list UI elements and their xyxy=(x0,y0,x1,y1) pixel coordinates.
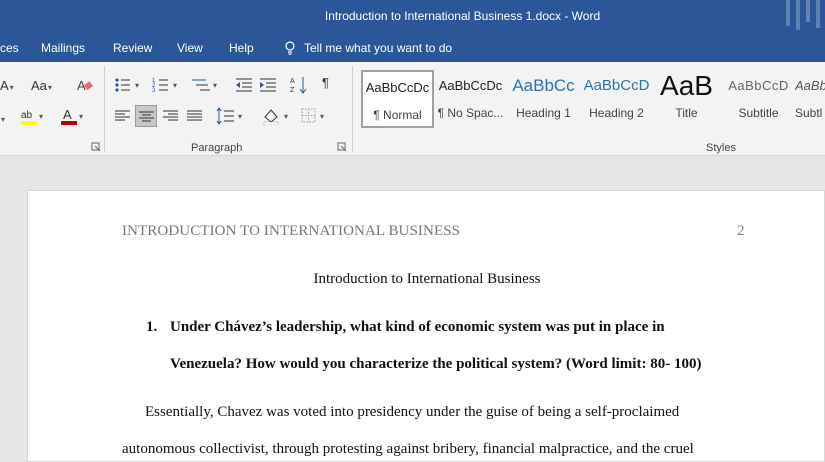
align-center-button[interactable] xyxy=(135,105,157,127)
question-text-line: Venezuela? How would you characterize th… xyxy=(170,356,702,372)
decor-bar xyxy=(786,0,790,26)
group-separator xyxy=(352,66,353,152)
ribbon: A▾ Aa▾ A ▾ ab ▾ A ▾ ▾ 1 2 3 ▾ ▾ AZ ¶ ▾ ▾… xyxy=(0,62,825,156)
highlight-color-button[interactable]: ab ▾ xyxy=(20,107,46,130)
tab-review[interactable]: Review xyxy=(113,41,152,55)
style-subtle-emphasis[interactable]: AaBb Subtl xyxy=(795,70,825,128)
ribbon-tabs: ces Mailings Review View Help Tell me wh… xyxy=(0,34,825,62)
style-name: Title xyxy=(675,106,698,120)
style-sample: AaBbCcD xyxy=(728,78,789,93)
decor-bar xyxy=(806,0,810,22)
style-name: Heading 2 xyxy=(589,106,644,120)
style-sample: AaB xyxy=(660,70,713,101)
svg-text:A: A xyxy=(290,78,295,85)
paragraph-text-line: Essentially, Chavez was voted into presi… xyxy=(145,404,680,420)
tell-me-text: Tell me what you want to do xyxy=(304,41,453,55)
title-bar: Introduction to International Business 1… xyxy=(0,0,825,34)
numbering-icon[interactable]: 1 2 3 ▾ xyxy=(152,76,182,97)
question-text-line: Under Chávez’s leadership, what kind of … xyxy=(170,319,665,335)
svg-text:3: 3 xyxy=(152,88,156,94)
style-no-spacing[interactable]: AaBbCcDc ¶ No Spac... xyxy=(434,70,507,128)
svg-text:▾: ▾ xyxy=(320,112,324,121)
page-number: 2 xyxy=(737,223,745,239)
document-page[interactable]: INTRODUCTION TO INTERNATIONAL BUSINESS 2… xyxy=(27,190,825,462)
styles-group-label: Styles xyxy=(706,142,736,154)
style-subtitle[interactable]: AaBbCcD Subtitle xyxy=(722,70,795,128)
question-number: 1. xyxy=(146,319,158,335)
svg-text:▾: ▾ xyxy=(79,112,83,121)
lightbulb-icon xyxy=(285,41,295,55)
style-name: Subtitle xyxy=(738,106,779,120)
style-title[interactable]: AaB Title xyxy=(650,70,723,128)
style-sample: AaBb xyxy=(795,78,825,93)
svg-text:▾: ▾ xyxy=(135,81,139,90)
decor-bar xyxy=(816,0,820,28)
tab-references[interactable]: ces xyxy=(0,41,19,55)
font-color-button[interactable]: A ▾ xyxy=(60,107,86,130)
bullets-icon[interactable]: ▾ xyxy=(114,76,144,97)
document-title: Introduction to International Business xyxy=(313,271,541,287)
change-case-button[interactable]: Aa▾ xyxy=(31,78,52,93)
style-name: ¶ Normal xyxy=(373,108,422,122)
tab-help[interactable]: Help xyxy=(229,41,254,55)
decor-bar xyxy=(796,0,800,30)
style-name: ¶ No Spac... xyxy=(437,106,504,120)
justify-icon[interactable] xyxy=(186,108,204,127)
decrease-indent-icon[interactable] xyxy=(234,76,254,97)
style-sample: AaBbCc xyxy=(512,76,575,95)
font-size-shrink-icon[interactable]: A▾ xyxy=(0,78,14,93)
style-name: Heading 1 xyxy=(516,106,571,120)
align-right-icon[interactable] xyxy=(162,108,180,127)
svg-text:Z: Z xyxy=(290,87,295,94)
change-case-label: Aa xyxy=(31,78,47,93)
style-sample: AaBbCcD xyxy=(583,77,650,94)
running-header: INTRODUCTION TO INTERNATIONAL BUSINESS xyxy=(122,223,461,239)
paragraph-text-line: autonomous collectivist, through protest… xyxy=(122,441,694,457)
align-left-icon[interactable] xyxy=(114,108,132,127)
svg-text:▾: ▾ xyxy=(284,112,288,121)
style-sample: AaBbCcDc xyxy=(365,80,430,95)
paragraph-dialog-launcher-icon[interactable] xyxy=(337,142,347,152)
svg-text:▾: ▾ xyxy=(173,81,177,90)
svg-text:▾: ▾ xyxy=(213,81,217,90)
svg-text:A: A xyxy=(63,107,72,122)
svg-text:▾: ▾ xyxy=(39,112,43,121)
group-separator xyxy=(104,66,105,152)
chevron-down-icon[interactable]: ▾ xyxy=(0,110,5,125)
svg-text:▾: ▾ xyxy=(238,112,242,121)
tab-mailings[interactable]: Mailings xyxy=(41,41,85,55)
style-name: Subtl xyxy=(795,106,823,120)
show-formatting-marks-icon[interactable]: ¶ xyxy=(322,75,329,90)
style-sample: AaBbCcDc xyxy=(438,78,503,93)
window-title-text: Introduction to International Business 1… xyxy=(324,9,601,23)
line-spacing-icon[interactable]: ▾ xyxy=(216,107,248,128)
tab-view[interactable]: View xyxy=(177,41,203,55)
multilevel-list-icon[interactable]: ▾ xyxy=(190,76,222,97)
increase-indent-icon[interactable] xyxy=(258,76,278,97)
paragraph-group-label: Paragraph xyxy=(191,142,243,154)
sort-icon[interactable]: AZ xyxy=(290,75,310,98)
window-title: Introduction to International Business 1… xyxy=(0,9,825,23)
shading-icon[interactable]: ▾ xyxy=(262,107,294,128)
clear-formatting-icon[interactable]: A xyxy=(76,77,94,96)
font-dialog-launcher-icon[interactable] xyxy=(91,142,101,152)
svg-text:ab: ab xyxy=(21,110,33,121)
style-normal[interactable]: AaBbCcDc ¶ Normal xyxy=(361,70,434,128)
style-heading-1[interactable]: AaBbCc Heading 1 xyxy=(507,70,580,128)
borders-icon[interactable]: ▾ xyxy=(300,107,330,128)
tell-me-box[interactable]: Tell me what you want to do xyxy=(284,41,452,55)
style-heading-2[interactable]: AaBbCcD Heading 2 xyxy=(580,70,653,128)
